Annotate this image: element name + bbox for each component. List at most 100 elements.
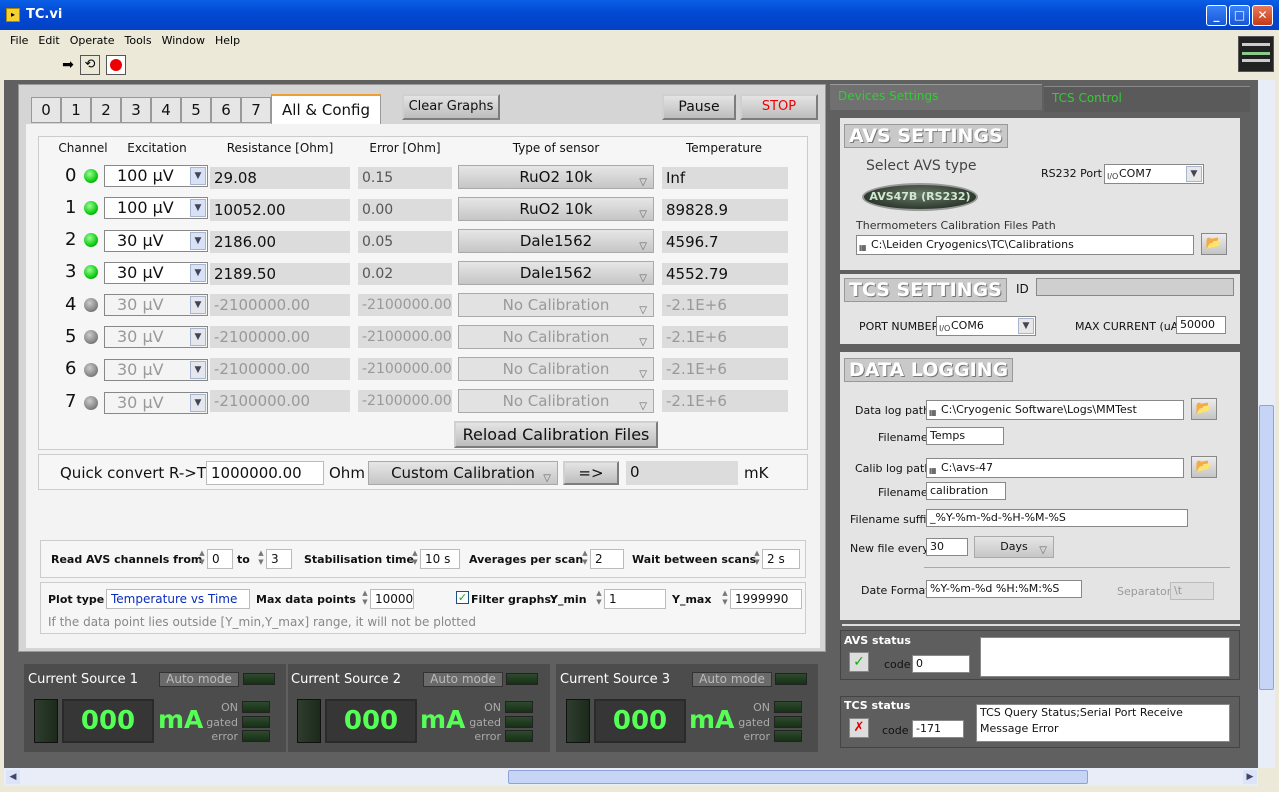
tab-devices-settings[interactable]: Devices Settings — [830, 84, 1042, 110]
tcs-port-select[interactable]: I/O COM6 ▼ — [936, 316, 1036, 336]
wait-input[interactable]: 2 s — [762, 549, 800, 569]
spinner-icon[interactable]: ▲ ▼ — [580, 549, 590, 569]
tab-5[interactable]: 5 — [181, 97, 211, 123]
tab-3[interactable]: 3 — [121, 97, 151, 123]
scroll-thumb-horizontal[interactable] — [508, 770, 1088, 784]
averages-input[interactable]: 2 — [590, 549, 624, 569]
menu-edit[interactable]: Edit — [38, 34, 59, 47]
chevron-down-icon[interactable]: ▼ — [1186, 166, 1202, 182]
filename-suffix-input[interactable]: _%Y-%m-%d-%H-%M-%S — [926, 509, 1188, 527]
menu-tools[interactable]: Tools — [125, 34, 152, 47]
avs-type-button[interactable]: AVS47B (RS232) — [862, 183, 978, 211]
days-select[interactable]: Days ▽ — [974, 536, 1054, 558]
excitation-select[interactable]: 100 µV ▼ — [104, 165, 208, 187]
stop-button[interactable]: STOP — [740, 94, 818, 120]
excitation-select[interactable]: 30 µV ▼ — [104, 230, 208, 252]
chevron-down-icon[interactable]: ▼ — [190, 264, 206, 282]
separator-input[interactable]: \t — [1170, 582, 1214, 600]
folder-icon[interactable]: 📂 — [1191, 398, 1217, 420]
rs232-port-select[interactable]: I/O COM7 ▼ — [1104, 164, 1204, 184]
tab-6[interactable]: 6 — [211, 97, 241, 123]
sensor-select[interactable]: No Calibration ▽ — [458, 325, 654, 349]
plot-type-select[interactable]: Temperature vs Time — [106, 589, 250, 609]
chevron-down-icon[interactable]: ▼ — [190, 296, 206, 314]
menu-help[interactable]: Help — [215, 34, 240, 47]
quick-convert-input[interactable]: 1000000.00 — [206, 461, 324, 485]
data-log-path-input[interactable]: ▦ C:\Cryogenic Software\Logs\MMTest — [926, 400, 1184, 420]
auto-mode-button[interactable]: Auto mode — [159, 672, 239, 687]
spinner-icon[interactable]: ▲ ▼ — [594, 589, 604, 609]
max-points-input[interactable]: 10000 — [370, 589, 414, 609]
reload-calibration-button[interactable]: Reload Calibration Files — [454, 421, 658, 448]
chevron-down-icon[interactable]: ▼ — [190, 199, 206, 217]
read-to-input[interactable]: 3 — [266, 549, 292, 569]
filename-input[interactable]: Temps — [926, 427, 1004, 445]
folder-icon[interactable]: 📂 — [1201, 233, 1227, 255]
tab-1[interactable]: 1 — [61, 97, 91, 123]
sensor-select[interactable]: No Calibration ▽ — [458, 389, 654, 413]
folder-icon[interactable]: 📂 — [1191, 456, 1217, 478]
excitation-select[interactable]: 30 µV ▼ — [104, 359, 208, 381]
maximize-button[interactable]: □ — [1229, 5, 1250, 26]
calib-filename-input[interactable]: calibration — [926, 482, 1006, 500]
source-slider[interactable] — [34, 699, 58, 743]
excitation-select[interactable]: 100 µV ▼ — [104, 197, 208, 219]
run-arrow-icon[interactable]: ➡ — [58, 56, 78, 74]
chevron-down-icon[interactable]: ▼ — [190, 328, 206, 346]
convert-button[interactable]: => — [563, 461, 619, 485]
spinner-icon[interactable]: ▲ ▼ — [410, 549, 420, 569]
sensor-select[interactable]: Dale1562 ▽ — [458, 261, 654, 285]
sensor-select[interactable]: Dale1562 ▽ — [458, 229, 654, 253]
tab-2[interactable]: 2 — [91, 97, 121, 123]
auto-mode-button[interactable]: Auto mode — [423, 672, 503, 687]
sensor-select[interactable]: No Calibration ▽ — [458, 293, 654, 317]
max-current-input[interactable]: 50000 — [1176, 316, 1226, 334]
tab-7[interactable]: 7 — [241, 97, 271, 123]
sensor-select[interactable]: RuO2 10k ▽ — [458, 197, 654, 221]
calib-path-input[interactable]: ▦ C:\Leiden Cryogenics\TC\Calibrations — [856, 235, 1194, 255]
minimize-button[interactable]: _ — [1206, 5, 1227, 26]
abort-icon[interactable] — [106, 55, 126, 75]
scroll-right-icon[interactable]: ▶ — [1243, 770, 1257, 784]
chevron-down-icon[interactable]: ▼ — [190, 167, 206, 185]
new-file-every-input[interactable]: 30 — [926, 538, 968, 556]
spinner-icon[interactable]: ▲ ▼ — [720, 589, 730, 609]
date-format-input[interactable]: %Y-%m-%d %H:%M:%S — [926, 580, 1082, 598]
spinner-icon[interactable]: ▲ ▼ — [360, 589, 370, 609]
run-continuous-icon[interactable]: ⟲ — [80, 55, 100, 75]
scroll-thumb-vertical[interactable] — [1259, 405, 1274, 690]
ymax-input[interactable]: 1999990 — [730, 589, 802, 609]
excitation-select[interactable]: 30 µV ▼ — [104, 326, 208, 348]
spinner-icon[interactable]: ▲ ▼ — [256, 549, 266, 569]
ymin-input[interactable]: 1 — [604, 589, 666, 609]
excitation-select[interactable]: 30 µV ▼ — [104, 392, 208, 414]
tab-0[interactable]: 0 — [31, 97, 61, 123]
tab-4[interactable]: 4 — [151, 97, 181, 123]
scroll-left-icon[interactable]: ◀ — [6, 770, 20, 784]
calib-log-path-input[interactable]: ▦ C:\avs-47 — [926, 458, 1184, 478]
sensor-select[interactable]: No Calibration ▽ — [458, 357, 654, 381]
clear-graphs-button[interactable]: Clear Graphs — [402, 94, 500, 120]
chevron-down-icon[interactable]: ▼ — [190, 361, 206, 379]
chevron-down-icon[interactable]: ▼ — [190, 232, 206, 250]
chevron-down-icon[interactable]: ▼ — [1018, 318, 1034, 334]
tab-all-config[interactable]: All & Config — [271, 94, 381, 124]
close-button[interactable]: ✕ — [1252, 5, 1273, 26]
source-slider[interactable] — [566, 699, 590, 743]
read-from-input[interactable]: 0 — [207, 549, 233, 569]
excitation-select[interactable]: 30 µV ▼ — [104, 262, 208, 284]
source-slider[interactable] — [297, 699, 321, 743]
menu-window[interactable]: Window — [162, 34, 205, 47]
stabilisation-input[interactable]: 10 s — [420, 549, 460, 569]
menu-operate[interactable]: Operate — [70, 34, 115, 47]
pause-button[interactable]: Pause — [662, 94, 736, 120]
menu-file[interactable]: File — [10, 34, 28, 47]
tab-tcs-control[interactable]: TCS Control — [1044, 86, 1250, 112]
excitation-select[interactable]: 30 µV ▼ — [104, 294, 208, 316]
sensor-select[interactable]: RuO2 10k ▽ — [458, 165, 654, 189]
chevron-down-icon[interactable]: ▼ — [190, 394, 206, 412]
spinner-icon[interactable]: ▲ ▼ — [752, 549, 762, 569]
filter-checkbox[interactable]: ✓ — [456, 591, 469, 604]
spinner-icon[interactable]: ▲ ▼ — [197, 549, 207, 569]
custom-calibration-select[interactable]: Custom Calibration ▽ — [368, 461, 558, 485]
